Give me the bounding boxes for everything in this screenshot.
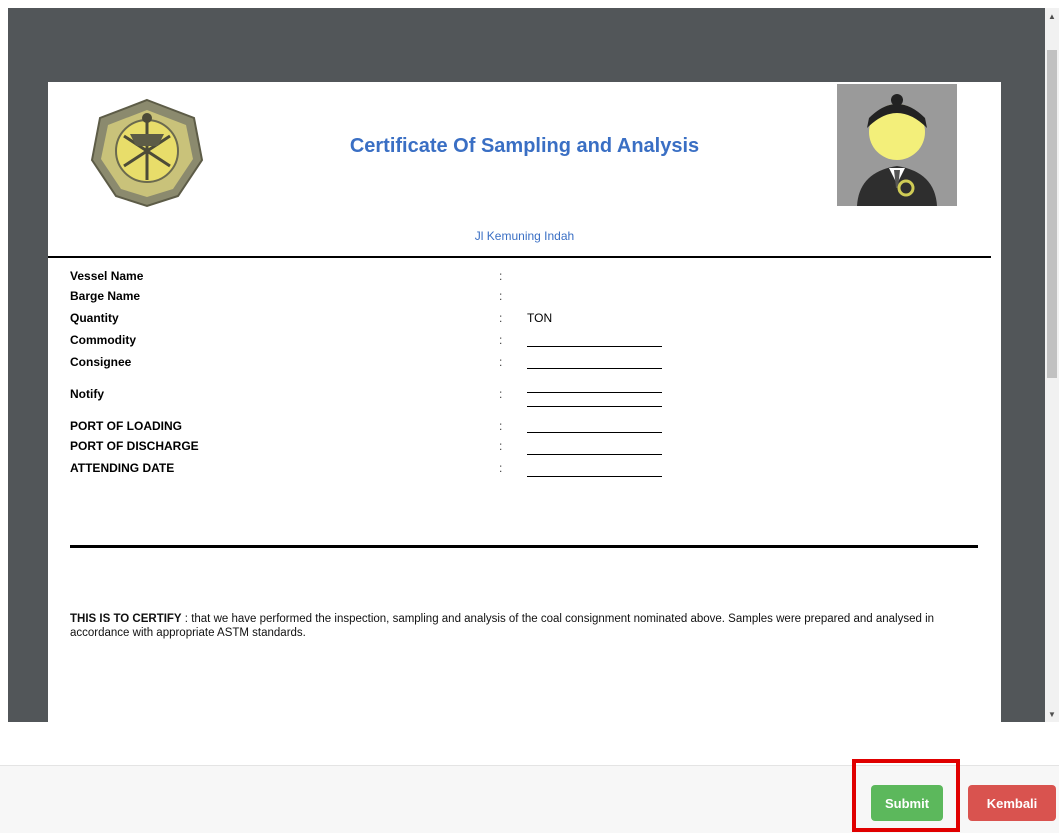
header-divider (48, 256, 991, 258)
field-colon: : (499, 333, 503, 347)
field-label-quantity: Quantity (70, 311, 119, 325)
field-blank-port-of-discharge (527, 454, 662, 455)
field-colon: : (499, 355, 503, 369)
certificate-page: Certificate Of Sampling and Analysis Jl … (48, 82, 1001, 722)
field-colon: : (499, 439, 503, 453)
field-label-port-of-loading: PORT OF LOADING (70, 419, 182, 433)
scroll-down-arrow-icon[interactable]: ▼ (1045, 706, 1059, 722)
field-blank-port-of-loading (527, 432, 662, 433)
field-blank-commodity (527, 346, 662, 347)
certificate-address: Jl Kemuning Indah (474, 229, 575, 243)
field-colon: : (499, 387, 503, 401)
field-blank-consignee (527, 368, 662, 369)
certify-text: : that we have performed the inspection,… (70, 613, 935, 639)
field-colon: : (499, 311, 503, 325)
scroll-up-arrow-icon[interactable]: ▲ (1045, 8, 1059, 24)
submit-highlight-box (852, 759, 960, 832)
field-blank-notify-2 (527, 406, 662, 407)
body-divider (70, 545, 978, 548)
field-label-attending-date: ATTENDING DATE (70, 461, 175, 475)
pdf-scrollbar[interactable]: ▲ ▼ (1045, 8, 1059, 722)
back-button[interactable]: Kembali (968, 785, 1056, 821)
field-label-notify: Notify (70, 387, 104, 401)
certify-lead: THIS IS TO CERTIFY (70, 613, 182, 625)
field-blank-notify-1 (527, 392, 662, 393)
field-colon: : (499, 419, 503, 433)
certify-statement: THIS IS TO CERTIFY : that we have perfor… (70, 612, 975, 640)
field-blank-attending-date (527, 476, 662, 477)
field-colon: : (499, 461, 503, 475)
field-label-port-of-discharge: PORT OF DISCHARGE (70, 439, 199, 453)
field-label-vessel-name: Vessel Name (70, 269, 144, 283)
field-colon: : (499, 269, 503, 283)
field-label-barge-name: Barge Name (70, 289, 141, 303)
pdf-viewer[interactable]: Certificate Of Sampling and Analysis Jl … (8, 8, 1045, 722)
field-label-commodity: Commodity (70, 333, 136, 347)
field-label-consignee: Consignee (70, 355, 132, 369)
field-colon: : (499, 289, 503, 303)
scroll-thumb[interactable] (1047, 50, 1057, 378)
user-avatar-icon (837, 84, 957, 206)
field-value-quantity: TON (527, 311, 553, 325)
